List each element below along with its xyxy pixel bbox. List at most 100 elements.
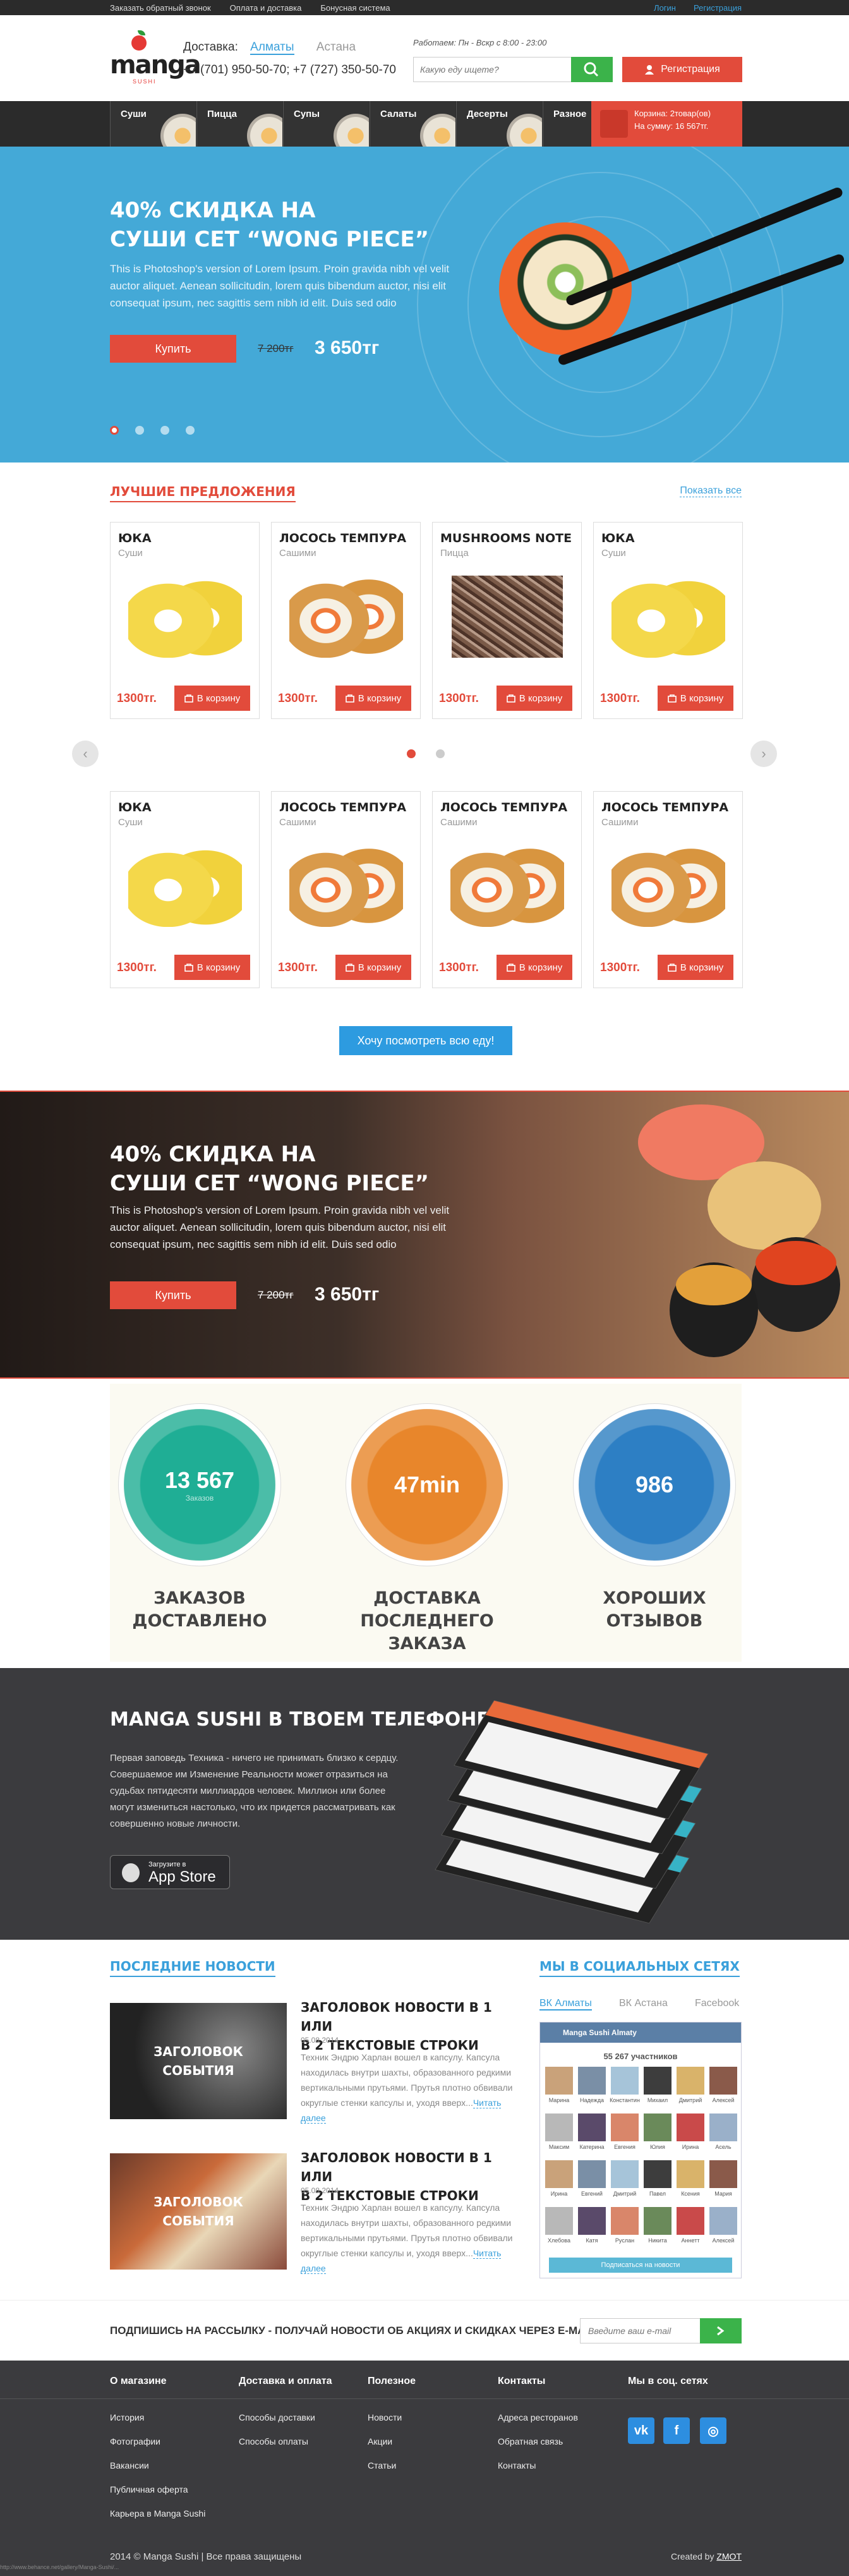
- callback-link[interactable]: Заказать обратный звонок: [110, 3, 211, 13]
- footer-link[interactable]: Способы оплаты: [239, 2436, 332, 2446]
- footer-link[interactable]: Статьи: [368, 2460, 416, 2470]
- footer-link[interactable]: Вакансии: [110, 2460, 205, 2470]
- add-to-cart-button[interactable]: В корзину: [497, 686, 572, 711]
- member-name[interactable]: Дмитрий: [671, 2097, 709, 2103]
- add-to-cart-button[interactable]: В корзину: [335, 955, 411, 980]
- member-avatar[interactable]: [644, 2207, 671, 2235]
- product-image[interactable]: [128, 845, 242, 927]
- product-card[interactable]: ЛОСОСЬ ТЕМПУРА Сашими 1300тг. В корзину: [432, 791, 582, 988]
- member-avatar[interactable]: [611, 2113, 639, 2141]
- member-name[interactable]: Руслан: [606, 2237, 644, 2244]
- member-avatar[interactable]: [677, 2067, 704, 2095]
- see-all-food-button[interactable]: Хочу посмотреть всю еду!: [339, 1026, 512, 1055]
- instagram-icon[interactable]: ◎: [700, 2417, 726, 2444]
- logo[interactable]: manga SUSHI: [110, 30, 202, 85]
- footer-link[interactable]: Адреса ресторанов: [498, 2412, 578, 2422]
- register-button[interactable]: Регистрация: [622, 57, 742, 82]
- member-name[interactable]: Аннетт: [671, 2237, 709, 2244]
- member-avatar[interactable]: [545, 2207, 573, 2235]
- menu-item-salads[interactable]: Салаты: [370, 101, 455, 147]
- product-name[interactable]: ЮКА: [601, 531, 635, 545]
- search-button[interactable]: [571, 57, 613, 82]
- member-name[interactable]: Ирина: [671, 2144, 709, 2150]
- menu-item-pizza[interactable]: Пицца: [196, 101, 282, 147]
- member-name[interactable]: Евгения: [606, 2144, 644, 2150]
- product-image[interactable]: [611, 576, 725, 658]
- member-avatar[interactable]: [611, 2067, 639, 2095]
- member-name[interactable]: Дмитрий: [606, 2191, 644, 2197]
- member-avatar[interactable]: [578, 2113, 606, 2141]
- register-link[interactable]: Регистрация: [694, 3, 742, 13]
- member-avatar[interactable]: [545, 2160, 573, 2188]
- member-avatar[interactable]: [611, 2207, 639, 2235]
- cart-summary[interactable]: Корзина: 2товар(ов) На сумму: 16 567тг.: [591, 101, 742, 147]
- member-avatar[interactable]: [644, 2113, 671, 2141]
- add-to-cart-button[interactable]: В корзину: [658, 955, 733, 980]
- member-avatar[interactable]: [644, 2067, 671, 2095]
- city-astana[interactable]: Астана: [316, 40, 356, 54]
- member-name[interactable]: Никита: [639, 2237, 677, 2244]
- member-name[interactable]: Хлебова: [540, 2237, 578, 2244]
- product-card[interactable]: ЮКА Суши 1300тг. В корзину: [593, 522, 743, 719]
- news-image[interactable]: ЗАГОЛОВОК СОБЫТИЯ: [110, 2153, 287, 2270]
- show-all-link[interactable]: Показать все: [680, 485, 742, 497]
- member-name[interactable]: Алексей: [704, 2097, 742, 2103]
- carousel-dot[interactable]: [407, 749, 416, 758]
- vk-subscribe-button[interactable]: Подписаться на новости: [549, 2258, 732, 2273]
- member-name[interactable]: Асель: [704, 2144, 742, 2150]
- prev-arrow-icon[interactable]: ‹: [72, 741, 99, 767]
- menu-item-sushi[interactable]: Суши: [110, 101, 196, 147]
- member-avatar[interactable]: [677, 2160, 704, 2188]
- menu-item-misc[interactable]: Разное: [543, 101, 591, 147]
- member-avatar[interactable]: [709, 2113, 737, 2141]
- login-link[interactable]: Логин: [654, 3, 676, 13]
- facebook-icon[interactable]: f: [663, 2417, 690, 2444]
- product-image[interactable]: [289, 845, 403, 927]
- member-name[interactable]: Михаил: [639, 2097, 677, 2103]
- add-to-cart-button[interactable]: В корзину: [174, 955, 250, 980]
- subscribe-button[interactable]: [700, 2318, 742, 2343]
- member-avatar[interactable]: [709, 2207, 737, 2235]
- buy-button[interactable]: Купить: [110, 335, 236, 363]
- product-name[interactable]: ЮКА: [118, 801, 152, 814]
- product-image[interactable]: [452, 576, 563, 658]
- product-name[interactable]: ЮКА: [118, 531, 152, 545]
- member-name[interactable]: Мария: [704, 2191, 742, 2197]
- tab-vk-almaty[interactable]: ВК Алматы: [539, 1998, 592, 2011]
- member-name[interactable]: Юлия: [639, 2144, 677, 2150]
- slide-dot[interactable]: [135, 426, 144, 435]
- member-name[interactable]: Надежда: [573, 2097, 611, 2103]
- footer-link[interactable]: Контакты: [498, 2460, 578, 2470]
- vk-group-name[interactable]: Manga Sushi Almaty: [540, 2023, 741, 2043]
- vk-icon[interactable]: vk: [628, 2417, 654, 2444]
- product-name[interactable]: ЛОСОСЬ ТЕМПУРА: [279, 531, 406, 545]
- buy-button-2[interactable]: Купить: [110, 1281, 236, 1309]
- product-card[interactable]: ЮКА Суши 1300тг. В корзину: [110, 522, 260, 719]
- add-to-cart-button[interactable]: В корзину: [497, 955, 572, 980]
- footer-link[interactable]: Публичная оферта: [110, 2484, 205, 2494]
- add-to-cart-button[interactable]: В корзину: [658, 686, 733, 711]
- email-input[interactable]: [580, 2318, 704, 2343]
- carousel-dot[interactable]: [436, 749, 445, 758]
- product-name[interactable]: ЛОСОСЬ ТЕМПУРА: [279, 801, 406, 814]
- member-avatar[interactable]: [578, 2160, 606, 2188]
- product-name[interactable]: ЛОСОСЬ ТЕМПУРА: [440, 801, 567, 814]
- member-avatar[interactable]: [677, 2207, 704, 2235]
- tab-vk-astana[interactable]: ВК Астана: [619, 1998, 668, 2009]
- member-avatar[interactable]: [644, 2160, 671, 2188]
- product-card[interactable]: ЛОСОСЬ ТЕМПУРА Сашими 1300тг. В корзину: [271, 791, 421, 988]
- member-name[interactable]: Марина: [540, 2097, 578, 2103]
- product-name[interactable]: ЛОСОСЬ ТЕМПУРА: [601, 801, 728, 814]
- member-avatar[interactable]: [578, 2207, 606, 2235]
- member-name[interactable]: Ксения: [671, 2191, 709, 2197]
- tab-facebook[interactable]: Facebook: [695, 1998, 739, 2009]
- member-name[interactable]: Ирина: [540, 2191, 578, 2197]
- member-name[interactable]: Катя: [573, 2237, 611, 2244]
- slide-dot[interactable]: [160, 426, 169, 435]
- slide-dot[interactable]: [186, 426, 195, 435]
- author-link[interactable]: ZMOT: [716, 2551, 742, 2561]
- next-arrow-icon[interactable]: ›: [750, 741, 777, 767]
- news-title[interactable]: ЗАГОЛОВОК НОВОСТИ В 1 ИЛИ В 2 ТЕКСТОВЫЕ С…: [301, 1998, 515, 2055]
- member-name[interactable]: Евгений: [573, 2191, 611, 2197]
- member-name[interactable]: Павел: [639, 2191, 677, 2197]
